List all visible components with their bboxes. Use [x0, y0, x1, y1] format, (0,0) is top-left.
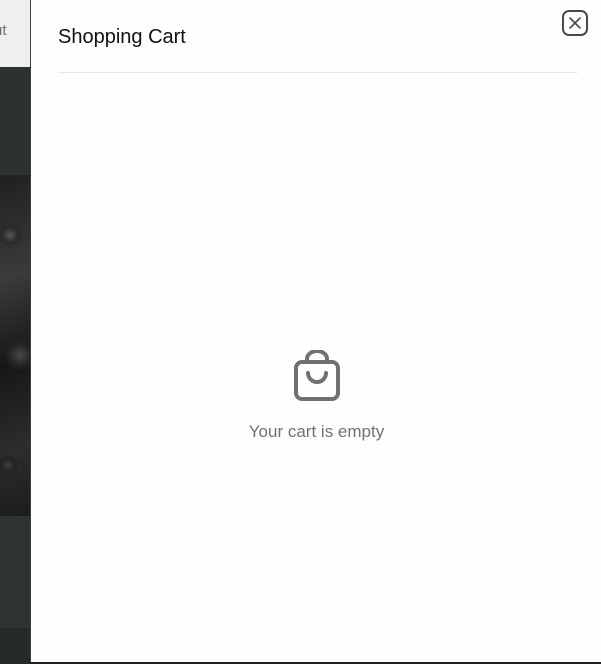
close-button[interactable] — [562, 10, 588, 36]
empty-cart-state: Your cart is empty — [31, 350, 601, 442]
drawer-title: Shopping Cart — [58, 26, 186, 48]
background-nav-link: ut — [0, 22, 7, 39]
shopping-bag-icon — [293, 350, 340, 401]
background-hero-image — [0, 175, 30, 516]
background-site-section — [0, 516, 30, 628]
empty-cart-message: Your cart is empty — [248, 422, 385, 441]
background-site-footer — [0, 628, 30, 664]
drawer-divider — [58, 72, 577, 73]
page: ut Shopping Cart Your cart is empty — [0, 0, 601, 664]
close-icon — [569, 17, 581, 29]
background-site-header: ut — [0, 0, 30, 67]
background-site-band — [0, 67, 30, 175]
cart-drawer: Shopping Cart Your cart is empty — [30, 0, 601, 662]
